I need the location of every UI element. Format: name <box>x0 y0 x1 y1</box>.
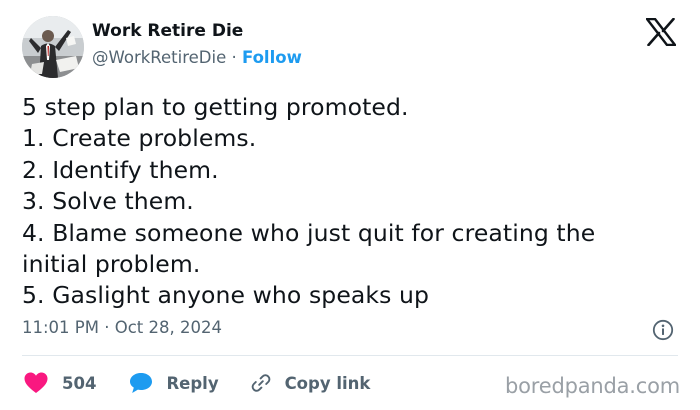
tweet-date[interactable]: Oct 28, 2024 <box>115 318 222 337</box>
avatar[interactable] <box>22 16 84 78</box>
speech-bubble-icon <box>130 373 153 393</box>
link-icon <box>251 374 270 392</box>
copy-link-button[interactable]: Copy link <box>250 372 371 394</box>
avatar-photo <box>22 16 84 78</box>
copy-link-label: Copy link <box>284 373 371 393</box>
tweet-line: 1. Create problems. <box>22 124 257 153</box>
timestamp-separator: · <box>104 318 110 337</box>
tweet-timestamp[interactable]: 11:01 PM · Oct 28, 2024 <box>22 318 222 337</box>
tweet-line: 2. Identify them. <box>22 155 219 184</box>
author-handle[interactable]: @WorkRetireDie <box>92 48 226 67</box>
divider <box>22 355 678 356</box>
tweet-time[interactable]: 11:01 PM <box>22 318 99 337</box>
like-button[interactable]: 504 <box>24 372 96 394</box>
tweet-line: initial problem. <box>22 250 201 279</box>
action-bar: 504 Reply Copy link <box>24 370 370 396</box>
handle-separator: · <box>231 48 237 67</box>
heart-icon <box>24 372 48 393</box>
follow-button[interactable]: Follow <box>242 48 302 67</box>
tweet-text: 5 step plan to getting promoted. 1. Crea… <box>22 92 682 312</box>
tweet-line: 4. Blame someone who just quit for creat… <box>22 218 596 247</box>
info-icon[interactable] <box>652 319 674 341</box>
author-handle-row: @WorkRetireDie · Follow <box>92 48 302 67</box>
tweet-line: 5 step plan to getting promoted. <box>22 93 409 121</box>
tweet-line: 5. Gaslight anyone who speaks up <box>22 281 430 310</box>
x-logo-icon[interactable] <box>645 17 677 47</box>
watermark: boredpanda.com <box>505 374 681 398</box>
author-display-name[interactable]: Work Retire Die <box>92 21 243 41</box>
like-count: 504 <box>62 373 97 393</box>
tweet-line: 3. Solve them. <box>22 187 194 216</box>
reply-label: Reply <box>166 373 219 393</box>
reply-button[interactable]: Reply <box>129 372 219 394</box>
